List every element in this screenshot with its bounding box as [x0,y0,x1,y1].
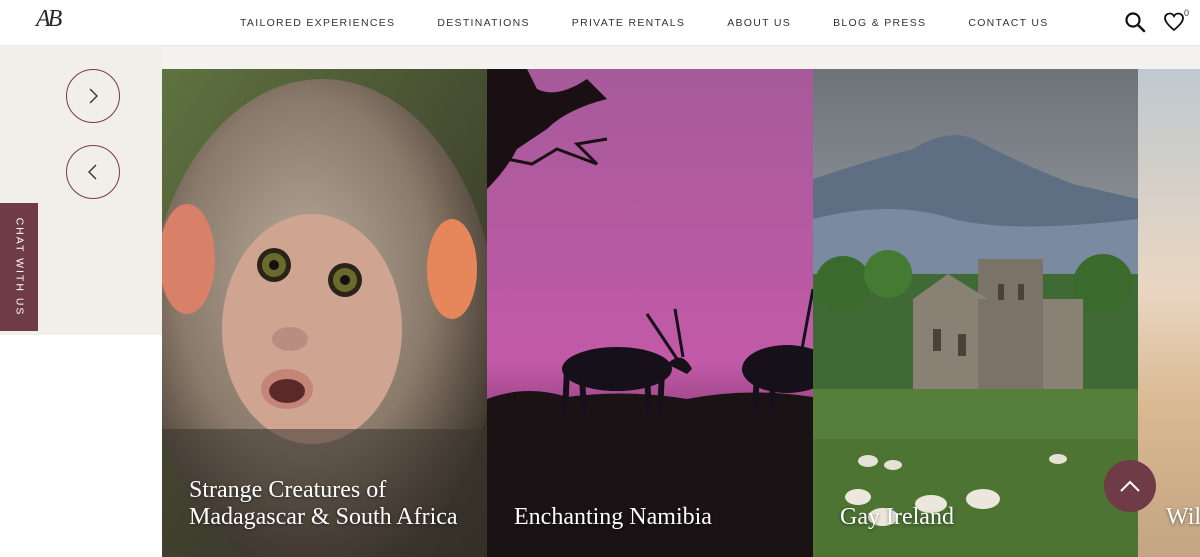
nav-about-us[interactable]: ABOUT US [727,17,791,29]
ireland-castle-photo [813,69,1138,557]
wishlist-count: 0 [1184,8,1190,18]
card-title: Strange Creatures of Madagascar & South … [189,477,458,530]
scroll-to-top-button[interactable] [1104,460,1156,512]
search-icon[interactable] [1124,11,1146,33]
chevron-left-icon [88,164,97,180]
destination-card-ireland[interactable]: Gay Ireland [813,69,1138,557]
nav-tailored-experiences[interactable]: TAILORED EXPERIENCES [240,17,395,29]
nav-destinations[interactable]: DESTINATIONS [437,17,529,29]
chevron-right-icon [89,88,98,104]
nav-contact-us[interactable]: CONTACT US [968,17,1048,29]
destination-card-madagascar[interactable]: Strange Creatures of Madagascar & South … [162,69,487,557]
card-title: Enchanting Namibia [514,504,712,530]
slider-prev-button[interactable] [66,145,120,199]
destination-card-namibia[interactable]: Enchanting Namibia [487,69,813,557]
nav-private-rentals[interactable]: PRIVATE RENTALS [572,17,685,29]
main-nav: TAILORED EXPERIENCES DESTINATIONS PRIVAT… [240,17,1091,29]
site-logo[interactable]: AB [36,6,62,33]
chat-label: CHAT WITH US [13,217,26,317]
slider-controls-panel-lower [0,335,162,557]
slider-next-button[interactable] [66,69,120,123]
nav-blog-press[interactable]: BLOG & PRESS [833,17,926,29]
chevron-up-icon [1120,480,1140,492]
namibia-oryx-photo [487,69,813,557]
wishlist-heart-icon[interactable] [1162,10,1186,34]
site-header: AB TAILORED EXPERIENCES DESTINATIONS PRI… [0,0,1200,46]
chat-with-us-tab[interactable]: CHAT WITH US [0,203,38,331]
card-title: Wil Ma [1166,504,1200,530]
card-title: Gay Ireland [840,504,954,530]
